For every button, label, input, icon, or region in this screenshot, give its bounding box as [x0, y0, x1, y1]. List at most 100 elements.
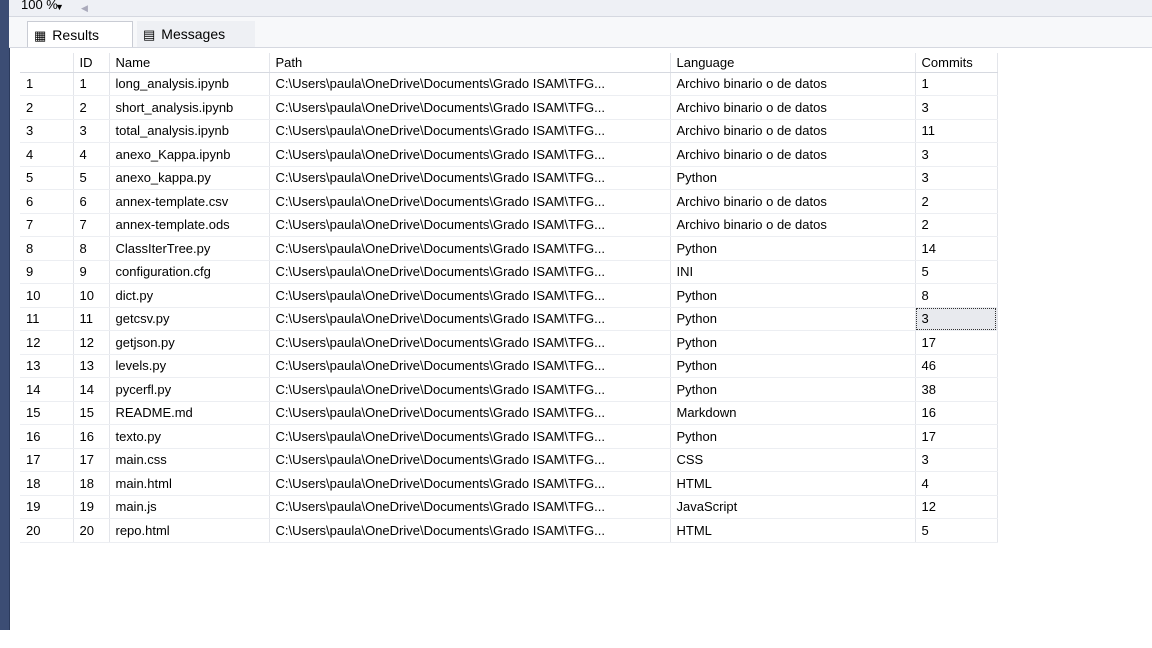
table-row[interactable]: 13 13 levels.py C:\Users\paula\OneDrive\Doc… — [20, 354, 998, 378]
name-cell[interactable]: total_analysis.ipynb — [109, 119, 270, 143]
language-cell[interactable]: Archivo binario o de datos — [670, 72, 916, 96]
name-cell[interactable]: configuration.cfg — [109, 260, 270, 284]
path-cell[interactable]: C:\Users\paula\OneDrive\Documents\Grado … — [269, 95, 671, 120]
path-cell[interactable]: C:\Users\paula\OneDrive\Documents\Grado … — [269, 119, 671, 143]
name-cell[interactable]: main.css — [109, 448, 270, 472]
commits-cell[interactable]: 3 — [915, 166, 998, 190]
commits-cell[interactable]: 17 — [915, 330, 998, 355]
table-row[interactable]: 17 17 main.css C:\Users\paula\OneDrive\Docu… — [20, 448, 998, 472]
path-cell[interactable]: C:\Users\paula\OneDrive\Documents\Grado … — [269, 471, 671, 496]
row-number-cell[interactable]: 14 — [20, 377, 74, 402]
language-cell[interactable]: Archivo binario o de datos — [670, 213, 916, 237]
language-cell[interactable]: Archivo binario o de datos — [670, 142, 916, 167]
tab-messages[interactable]: ▤ Messages — [137, 21, 255, 47]
column-header-name[interactable]: Name — [109, 53, 270, 73]
name-cell[interactable]: main.html — [109, 471, 270, 496]
row-number-cell[interactable]: 2 — [20, 95, 74, 120]
path-cell[interactable]: C:\Users\paula\OneDrive\Documents\Grado … — [269, 166, 671, 190]
language-cell[interactable]: HTML — [670, 518, 916, 543]
tab-results[interactable]: ▦ Results — [27, 21, 133, 47]
path-cell[interactable]: C:\Users\paula\OneDrive\Documents\Grado … — [269, 72, 671, 96]
name-cell[interactable]: dict.py — [109, 283, 270, 308]
commits-cell[interactable]: 3 — [915, 448, 998, 472]
commits-cell[interactable]: 5 — [915, 260, 998, 284]
table-row[interactable]: 19 19 main.js C:\Users\paula\OneDrive\Docum… — [20, 495, 998, 519]
language-cell[interactable]: HTML — [670, 471, 916, 496]
commits-cell[interactable]: 2 — [915, 213, 998, 237]
id-cell[interactable]: 18 — [73, 471, 110, 496]
name-cell[interactable]: getjson.py — [109, 330, 270, 355]
zoom-dropdown-arrow-icon[interactable]: ▼ — [55, 0, 64, 14]
id-cell[interactable]: 6 — [73, 189, 110, 214]
id-cell[interactable]: 2 — [73, 95, 110, 120]
path-cell[interactable]: C:\Users\paula\OneDrive\Documents\Grado … — [269, 260, 671, 284]
row-number-cell[interactable]: 1 — [20, 72, 74, 96]
table-row[interactable]: 11 11 getcsv.py C:\Users\paula\OneDrive\Doc… — [20, 307, 998, 331]
path-cell[interactable]: C:\Users\paula\OneDrive\Documents\Grado … — [269, 518, 671, 543]
table-row[interactable]: 16 16 texto.py C:\Users\paula\OneDrive\Docu… — [20, 424, 998, 449]
language-cell[interactable]: Archivo binario o de datos — [670, 95, 916, 120]
table-row[interactable]: 10 10 dict.py C:\Users\paula\OneDrive\Docum… — [20, 283, 998, 308]
path-cell[interactable]: C:\Users\paula\OneDrive\Documents\Grado … — [269, 236, 671, 261]
row-number-cell[interactable]: 12 — [20, 330, 74, 355]
table-row[interactable]: 12 12 getjson.py C:\Users\paula\OneDrive\Do… — [20, 330, 998, 355]
id-cell[interactable]: 10 — [73, 283, 110, 308]
path-cell[interactable]: C:\Users\paula\OneDrive\Documents\Grado … — [269, 330, 671, 355]
table-row[interactable]: 3 3 total_analysis.ipynb C:\Users\paula\One… — [20, 119, 998, 143]
id-cell[interactable]: 14 — [73, 377, 110, 402]
language-cell[interactable]: Markdown — [670, 401, 916, 425]
commits-cell[interactable]: 5 — [915, 518, 998, 543]
table-row[interactable]: 2 2 short_analysis.ipynb C:\Users\paula\One… — [20, 95, 998, 120]
name-cell[interactable]: README.md — [109, 401, 270, 425]
id-cell[interactable]: 20 — [73, 518, 110, 543]
path-cell[interactable]: C:\Users\paula\OneDrive\Documents\Grado … — [269, 189, 671, 214]
column-header-id[interactable]: ID — [73, 53, 110, 73]
id-cell[interactable]: 3 — [73, 119, 110, 143]
path-cell[interactable]: C:\Users\paula\OneDrive\Documents\Grado … — [269, 448, 671, 472]
commits-cell[interactable]: 38 — [915, 377, 998, 402]
zoom-select[interactable]: 100 % — [21, 0, 58, 14]
path-cell[interactable]: C:\Users\paula\OneDrive\Documents\Grado … — [269, 307, 671, 331]
row-number-cell[interactable]: 10 — [20, 283, 74, 308]
commits-cell[interactable]: 3 — [915, 95, 998, 120]
path-cell[interactable]: C:\Users\paula\OneDrive\Documents\Grado … — [269, 142, 671, 167]
id-cell[interactable]: 19 — [73, 495, 110, 519]
commits-cell[interactable]: 16 — [915, 401, 998, 425]
language-cell[interactable]: JavaScript — [670, 495, 916, 519]
table-row[interactable]: 6 6 annex-template.csv C:\Users\paula\OneDr… — [20, 189, 998, 214]
table-row[interactable]: 20 20 repo.html C:\Users\paula\OneDrive\Doc… — [20, 518, 998, 543]
language-cell[interactable]: Python — [670, 354, 916, 378]
name-cell[interactable]: long_analysis.ipynb — [109, 72, 270, 96]
table-row[interactable]: 15 15 README.md C:\Users\paula\OneDrive\Doc… — [20, 401, 998, 425]
id-cell[interactable]: 16 — [73, 424, 110, 449]
commits-cell[interactable]: 2 — [915, 189, 998, 214]
language-cell[interactable]: INI — [670, 260, 916, 284]
row-number-cell[interactable]: 18 — [20, 471, 74, 496]
commits-cell[interactable]: 3 — [915, 307, 998, 331]
name-cell[interactable]: main.js — [109, 495, 270, 519]
commits-cell[interactable]: 1 — [915, 72, 998, 96]
row-number-cell[interactable]: 8 — [20, 236, 74, 261]
commits-cell[interactable]: 4 — [915, 471, 998, 496]
id-cell[interactable]: 5 — [73, 166, 110, 190]
name-cell[interactable]: annex-template.csv — [109, 189, 270, 214]
row-number-cell[interactable]: 3 — [20, 119, 74, 143]
column-header-commits[interactable]: Commits — [915, 53, 998, 73]
name-cell[interactable]: pycerfl.py — [109, 377, 270, 402]
commits-cell[interactable]: 3 — [915, 142, 998, 167]
row-number-cell[interactable]: 5 — [20, 166, 74, 190]
table-row[interactable]: 1 1 long_analysis.ipynb C:\Users\paula\OneD… — [20, 72, 998, 96]
commits-cell[interactable]: 12 — [915, 495, 998, 519]
row-number-cell[interactable]: 6 — [20, 189, 74, 214]
language-cell[interactable]: Python — [670, 424, 916, 449]
row-number-cell[interactable]: 9 — [20, 260, 74, 284]
scroll-left-icon[interactable]: ◀ — [81, 1, 88, 15]
id-cell[interactable]: 7 — [73, 213, 110, 237]
id-cell[interactable]: 12 — [73, 330, 110, 355]
table-row[interactable]: 5 5 anexo_kappa.py C:\Users\paula\OneDrive\… — [20, 166, 998, 190]
id-cell[interactable]: 9 — [73, 260, 110, 284]
path-cell[interactable]: C:\Users\paula\OneDrive\Documents\Grado … — [269, 424, 671, 449]
commits-cell[interactable]: 11 — [915, 119, 998, 143]
table-row[interactable]: 4 4 anexo_Kappa.ipynb C:\Users\paula\OneDri… — [20, 142, 998, 167]
id-cell[interactable]: 17 — [73, 448, 110, 472]
